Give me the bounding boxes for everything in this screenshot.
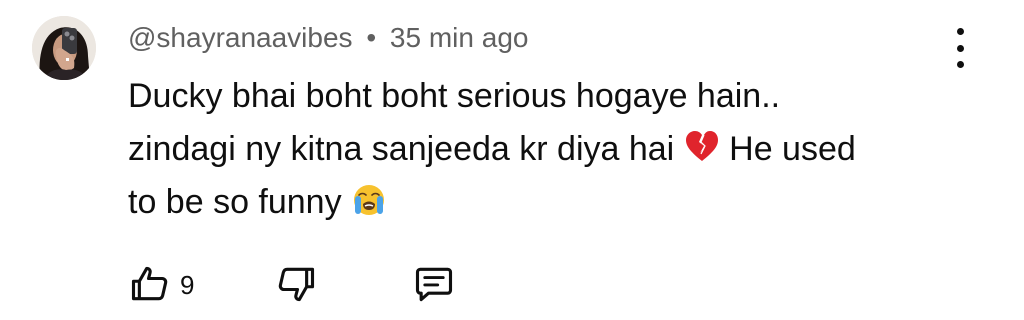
comment-text: Ducky bhai boht boht serious hogaye hain… <box>128 70 948 229</box>
loudly-crying-face-emoji <box>354 185 385 215</box>
comment-line-2: zindagi ny kitna sanjeeda kr diya hai He… <box>128 123 948 176</box>
comment-line-3-text: to be so funny <box>128 183 342 221</box>
more-dot <box>956 44 964 52</box>
more-dot <box>956 28 964 35</box>
comment-header: @shayranaavibes • 35 min ago <box>128 20 528 56</box>
reply-button[interactable] <box>412 262 456 311</box>
comment-line-1: Ducky bhai boht boht serious hogaye hain… <box>128 77 781 115</box>
more-vertical-icon[interactable] <box>948 28 972 68</box>
dislike-button[interactable] <box>274 262 318 311</box>
author-handle[interactable]: @shayranaavibes <box>128 22 353 53</box>
timestamp[interactable]: 35 min ago <box>390 22 529 53</box>
like-button[interactable]: 9 <box>128 262 194 311</box>
comment-item: @shayranaavibes • 35 min ago Ducky bhai … <box>0 0 1024 320</box>
separator-dot: • <box>366 22 377 53</box>
broken-heart-emoji <box>685 131 718 161</box>
thumbs-down-icon <box>278 267 315 302</box>
comment-line-2-text: zindagi ny kitna sanjeeda kr diya hai <box>128 130 675 168</box>
like-count: 9 <box>180 270 195 300</box>
comment-line-2-after: He used <box>729 130 856 168</box>
comment-line-3: to be so funny <box>128 176 948 229</box>
avatar[interactable] <box>32 16 96 80</box>
thumbs-up-icon <box>131 266 168 301</box>
comment-icon <box>415 267 453 302</box>
more-dot <box>956 61 964 68</box>
avatar-image <box>32 16 96 80</box>
